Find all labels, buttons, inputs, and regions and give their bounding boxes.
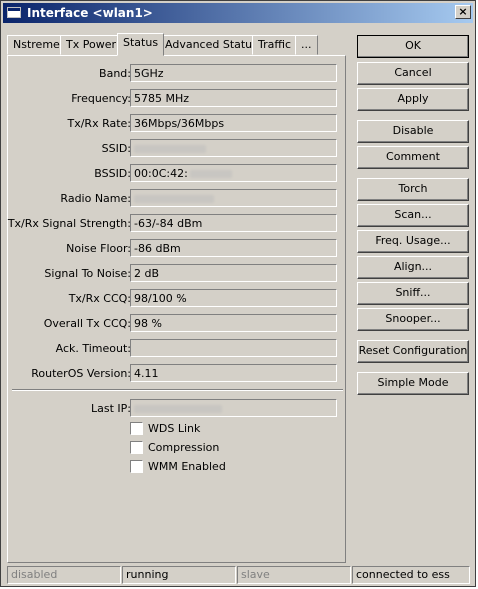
overall-tx-ccq-field[interactable]: 98 % — [130, 314, 337, 332]
tab-nstreme[interactable]: Nstreme — [7, 35, 66, 55]
tab-traffic[interactable]: Traffic — [252, 35, 298, 55]
ok-button[interactable]: OK — [357, 35, 469, 58]
sniff-button[interactable]: Sniff... — [357, 282, 469, 305]
signal-strength-field[interactable]: -63/-84 dBm — [130, 214, 337, 232]
window-icon — [7, 7, 21, 18]
band-field[interactable]: 5GHz — [130, 64, 337, 82]
status-slave: slave — [237, 566, 351, 584]
txrx-rate-field[interactable]: 36Mbps/36Mbps — [130, 114, 337, 132]
ssid-row: SSID: — [8, 139, 347, 159]
radio-name-field[interactable] — [130, 189, 337, 207]
bssid-row: BSSID: 00:0C:42: — [8, 164, 347, 184]
band-row: Band: 5GHz — [8, 64, 347, 84]
signal-to-noise-row: Signal To Noise: 2 dB — [8, 264, 347, 284]
ack-timeout-field[interactable] — [130, 339, 337, 357]
freq-usage-button[interactable]: Freq. Usage... — [357, 230, 469, 253]
txrx-ccq-row: Tx/Rx CCQ: 98/100 % — [8, 289, 347, 309]
last-ip-label: Last IP: — [91, 402, 131, 415]
separator — [12, 389, 343, 391]
scan-button[interactable]: Scan... — [357, 204, 469, 227]
redacted-last-ip — [134, 405, 222, 413]
noise-floor-label: Noise Floor: — [66, 242, 131, 255]
signal-strength-row: Tx/Rx Signal Strength: -63/-84 dBm — [8, 214, 347, 234]
tab-advanced-status[interactable]: Advanced Status — [159, 35, 264, 55]
ack-timeout-label: Ack. Timeout: — [55, 342, 131, 355]
frequency-field[interactable]: 5785 MHz — [130, 89, 337, 107]
comment-button[interactable]: Comment — [357, 146, 469, 169]
compression-label: Compression — [148, 441, 220, 454]
title-bar[interactable]: Interface <wlan1> × — [3, 3, 473, 23]
snooper-button[interactable]: Snooper... — [357, 308, 469, 331]
txrx-ccq-label: Tx/Rx CCQ: — [68, 292, 131, 305]
simple-mode-button[interactable]: Simple Mode — [357, 372, 469, 395]
tab-tx-power[interactable]: Tx Power — [60, 35, 122, 55]
apply-button[interactable]: Apply — [357, 88, 469, 111]
last-ip-field[interactable] — [130, 399, 337, 417]
reset-configuration-button[interactable]: Reset Configuration — [357, 340, 469, 363]
window-title: Interface <wlan1> — [27, 6, 153, 20]
noise-floor-field[interactable]: -86 dBm — [130, 239, 337, 257]
redacted-bssid — [189, 170, 232, 178]
redacted-radio-name — [134, 195, 214, 203]
tab-status[interactable]: Status — [117, 33, 165, 56]
frequency-label: Frequency: — [71, 92, 131, 105]
frequency-row: Frequency: 5785 MHz — [8, 89, 347, 109]
routeros-version-row: RouterOS Version: 4.11 — [8, 364, 347, 384]
wds-link-label: WDS Link — [148, 422, 201, 435]
status-running: running — [122, 566, 236, 584]
close-button[interactable]: × — [455, 5, 471, 19]
routeros-version-field[interactable]: 4.11 — [130, 364, 337, 382]
ack-timeout-row: Ack. Timeout: — [8, 339, 347, 359]
bssid-value: 00:0C:42: — [134, 167, 188, 180]
torch-button[interactable]: Torch — [357, 178, 469, 201]
wds-link-box[interactable] — [130, 422, 143, 435]
signal-strength-label: Tx/Rx Signal Strength: — [7, 217, 131, 230]
disable-button[interactable]: Disable — [357, 120, 469, 143]
align-button[interactable]: Align... — [357, 256, 469, 279]
ssid-label: SSID: — [101, 142, 131, 155]
txrx-ccq-field[interactable]: 98/100 % — [130, 289, 337, 307]
bssid-field[interactable]: 00:0C:42: — [130, 164, 337, 182]
txrx-rate-label: Tx/Rx Rate: — [67, 117, 131, 130]
overall-tx-ccq-row: Overall Tx CCQ: 98 % — [8, 314, 347, 334]
status-disabled: disabled — [7, 566, 121, 584]
ssid-field[interactable] — [130, 139, 337, 157]
status-connection: connected to ess — [352, 566, 470, 584]
noise-floor-row: Noise Floor: -86 dBm — [8, 239, 347, 259]
signal-to-noise-label: Signal To Noise: — [44, 267, 131, 280]
band-label: Band: — [99, 67, 131, 80]
interface-window: Interface <wlan1> × Nstreme Tx Power Sta… — [0, 0, 476, 587]
redacted-ssid — [134, 145, 206, 153]
signal-to-noise-field[interactable]: 2 dB — [130, 264, 337, 282]
cancel-button[interactable]: Cancel — [357, 62, 469, 85]
txrx-rate-row: Tx/Rx Rate: 36Mbps/36Mbps — [8, 114, 347, 134]
compression-box[interactable] — [130, 441, 143, 454]
radio-name-label: Radio Name: — [60, 192, 131, 205]
tab-more[interactable]: ... — [295, 35, 318, 55]
wmm-enabled-box[interactable] — [130, 460, 143, 473]
radio-name-row: Radio Name: — [8, 189, 347, 209]
bssid-label: BSSID: — [94, 167, 131, 180]
wmm-enabled-label: WMM Enabled — [148, 460, 226, 473]
last-ip-row: Last IP: — [8, 399, 347, 419]
routeros-version-label: RouterOS Version: — [31, 367, 131, 380]
overall-tx-ccq-label: Overall Tx CCQ: — [43, 317, 131, 330]
status-panel: Band: 5GHz Frequency: 5785 MHz Tx/Rx Rat… — [7, 55, 346, 563]
